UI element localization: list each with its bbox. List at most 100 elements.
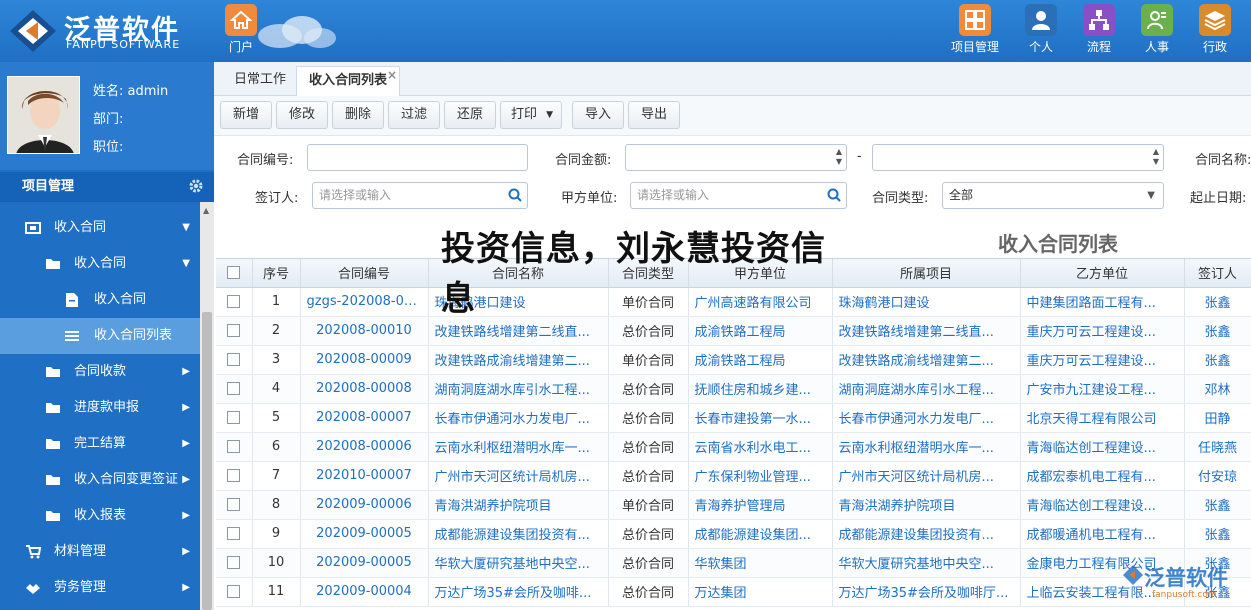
checkbox[interactable] xyxy=(227,324,241,337)
row-checkbox-cell[interactable] xyxy=(216,461,253,491)
spinner-icon[interactable]: ▲ ▼ xyxy=(836,147,842,167)
edit-button[interactable]: 修改 xyxy=(276,101,328,129)
row-checkbox-cell[interactable] xyxy=(216,345,253,375)
nav-admin[interactable]: 行政 xyxy=(1186,4,1244,55)
table-cell[interactable]: 广安市九江建设工程... xyxy=(1020,374,1185,404)
table-cell[interactable]: 改建铁路成渝线增建第二... xyxy=(428,345,609,375)
row-checkbox-cell[interactable] xyxy=(216,316,253,346)
table-cell[interactable]: 湖南洞庭湖水库引水工程... xyxy=(428,374,609,404)
tab-income-contract-list[interactable]: 收入合同列表 × xyxy=(296,66,401,96)
contract-no-input[interactable] xyxy=(307,144,528,171)
checkbox[interactable] xyxy=(227,266,241,280)
table-cell[interactable]: 万达广场35#会所及咖啡厅... xyxy=(832,577,1021,607)
table-cell[interactable]: 云南水利枢纽潜明水库一... xyxy=(832,432,1021,462)
checkbox[interactable] xyxy=(227,440,241,453)
checkbox[interactable] xyxy=(227,527,241,540)
column-header[interactable]: 序号 xyxy=(252,259,301,288)
sidebar-item-progress-claim[interactable]: 进度款申报 ▶ xyxy=(0,390,200,426)
checkbox[interactable] xyxy=(227,585,241,598)
table-cell[interactable]: 华软大厦研究基地中央空... xyxy=(832,548,1021,578)
table-cell[interactable]: 云南水利枢纽潜明水库一... xyxy=(428,432,609,462)
table-cell[interactable]: 张鑫 xyxy=(1184,345,1251,375)
row-checkbox-cell[interactable] xyxy=(216,287,253,317)
table-cell[interactable]: 北京天得工程有限公司 xyxy=(1020,403,1185,433)
table-cell[interactable]: 202008-00010 xyxy=(300,316,429,346)
table-cell[interactable]: 202010-00007 xyxy=(300,461,429,491)
table-cell[interactable]: 成都暖通机电工程有... xyxy=(1020,519,1185,549)
table-cell[interactable]: 改建铁路线增建第二线直... xyxy=(832,316,1021,346)
checkbox[interactable] xyxy=(227,411,241,424)
row-checkbox-cell[interactable] xyxy=(216,548,253,578)
delete-button[interactable]: 删除 xyxy=(332,101,384,129)
table-cell[interactable]: 成都能源建设集团投资有... xyxy=(832,519,1021,549)
table-cell[interactable]: 202008-00009 xyxy=(300,345,429,375)
table-cell[interactable]: 邓林 xyxy=(1184,374,1251,404)
table-cell[interactable]: 成都能源建设集团... xyxy=(688,519,833,549)
table-cell[interactable]: 张鑫 xyxy=(1184,490,1251,520)
table-cell[interactable]: 任晓燕 xyxy=(1184,432,1251,462)
import-button[interactable]: 导入 xyxy=(572,101,624,129)
table-cell[interactable]: 重庆万可云工程建设... xyxy=(1020,316,1185,346)
checkbox[interactable] xyxy=(227,556,241,569)
table-cell[interactable]: 青海临达创工程建设... xyxy=(1020,432,1185,462)
table-cell[interactable]: 万达集团 xyxy=(688,577,833,607)
table-cell[interactable]: 成都能源建设集团投资有... xyxy=(428,519,609,549)
gear-icon[interactable] xyxy=(188,178,204,194)
sidebar-item-contract-change-visa[interactable]: 收入合同变更签证 ▶ xyxy=(0,462,200,498)
sidebar-section-project-management[interactable]: 项目管理 xyxy=(0,172,214,202)
table-cell[interactable]: 长春市伊通河水力发电厂... xyxy=(428,403,609,433)
brand-logo[interactable]: 泛普软件 FANPU SOFTWARE xyxy=(8,6,208,56)
sidebar-item-labor-management[interactable]: 劳务管理 ▶ xyxy=(0,570,200,606)
table-cell[interactable]: 青海临达创工程建设... xyxy=(1020,490,1185,520)
table-cell[interactable]: 张鑫 xyxy=(1184,287,1251,317)
table-row[interactable]: 8 202009-00006 青海洪湖养护院项目 单价合同 青海养护管理局 青海洪湖养护院… xyxy=(216,490,1251,520)
nav-hr[interactable]: 人事 xyxy=(1128,4,1186,55)
print-button[interactable]: 打印 ▼ xyxy=(500,101,562,129)
scroll-up-arrow-icon[interactable]: ▲ xyxy=(203,206,209,215)
export-button[interactable]: 导出 xyxy=(628,101,680,129)
table-cell[interactable]: 改建铁路成渝线增建第二... xyxy=(832,345,1021,375)
table-row[interactable]: 11 202009-00004 万达广场35#会所及咖啡... 总价合同 万达集团 万达广… xyxy=(216,577,1251,607)
table-cell[interactable]: 长春市伊通河水力发电厂... xyxy=(832,403,1021,433)
table-cell[interactable]: 广州市天河区统计局机房... xyxy=(428,461,609,491)
row-checkbox-cell[interactable] xyxy=(216,432,253,462)
table-row[interactable]: 5 202008-00007 长春市伊通河水力发电厂... 总价合同 长春市建投第一水.… xyxy=(216,403,1251,433)
table-row[interactable]: 4 202008-00008 湖南洞庭湖水库引水工程... 总价合同 抚顺住房和城乡建.… xyxy=(216,374,1251,404)
table-cell[interactable]: 202009-00005 xyxy=(300,548,429,578)
table-cell[interactable]: 华软大厦研究基地中央空... xyxy=(428,548,609,578)
table-cell[interactable]: 广东保利物业管理... xyxy=(688,461,833,491)
sidebar-scroll-thumb[interactable] xyxy=(202,312,212,610)
table-cell[interactable]: 青海洪湖养护院项目 xyxy=(428,490,609,520)
checkbox[interactable] xyxy=(227,469,241,482)
nav-workflow[interactable]: 流程 xyxy=(1070,4,1128,55)
sidebar-item-income-contract-form[interactable]: 收入合同 xyxy=(0,282,200,318)
filter-button[interactable]: 过滤 xyxy=(388,101,440,129)
table-cell[interactable]: 202009-00006 xyxy=(300,490,429,520)
row-checkbox-cell[interactable] xyxy=(216,374,253,404)
table-cell[interactable]: 长春市建投第一水... xyxy=(688,403,833,433)
row-checkbox-cell[interactable] xyxy=(216,519,253,549)
sidebar-item-completion-settlement[interactable]: 完工结算 ▶ xyxy=(0,426,200,462)
select-all-checkbox[interactable] xyxy=(216,259,253,288)
table-cell[interactable]: 万达广场35#会所及咖啡... xyxy=(428,577,609,607)
table-cell[interactable]: 田静 xyxy=(1184,403,1251,433)
table-cell[interactable]: 202008-00006 xyxy=(300,432,429,462)
contract-type-select[interactable]: 全部 ▼ xyxy=(942,182,1164,209)
search-icon[interactable] xyxy=(827,188,841,202)
amount-min-input[interactable]: ▲ ▼ xyxy=(625,144,847,171)
column-header[interactable]: 合同编号 xyxy=(300,259,429,288)
table-cell[interactable]: 成渝铁路工程局 xyxy=(688,345,833,375)
table-cell[interactable]: 广州市天河区统计局机房... xyxy=(832,461,1021,491)
table-cell[interactable]: 张鑫 xyxy=(1184,316,1251,346)
table-cell[interactable]: 抚顺住房和城乡建... xyxy=(688,374,833,404)
table-cell[interactable]: 云南省水利水电工... xyxy=(688,432,833,462)
table-cell[interactable]: 202009-00004 xyxy=(300,577,429,607)
checkbox[interactable] xyxy=(227,353,241,366)
column-header[interactable]: 所属项目 xyxy=(832,259,1021,288)
table-cell[interactable]: 202008-00008 xyxy=(300,374,429,404)
column-header[interactable]: 乙方单位 xyxy=(1020,259,1185,288)
sidebar-item-contract-receipts[interactable]: 合同收款 ▶ xyxy=(0,354,200,390)
row-checkbox-cell[interactable] xyxy=(216,490,253,520)
close-icon[interactable]: × xyxy=(387,61,397,89)
sidebar-item-material-management[interactable]: 材料管理 ▶ xyxy=(0,534,200,570)
